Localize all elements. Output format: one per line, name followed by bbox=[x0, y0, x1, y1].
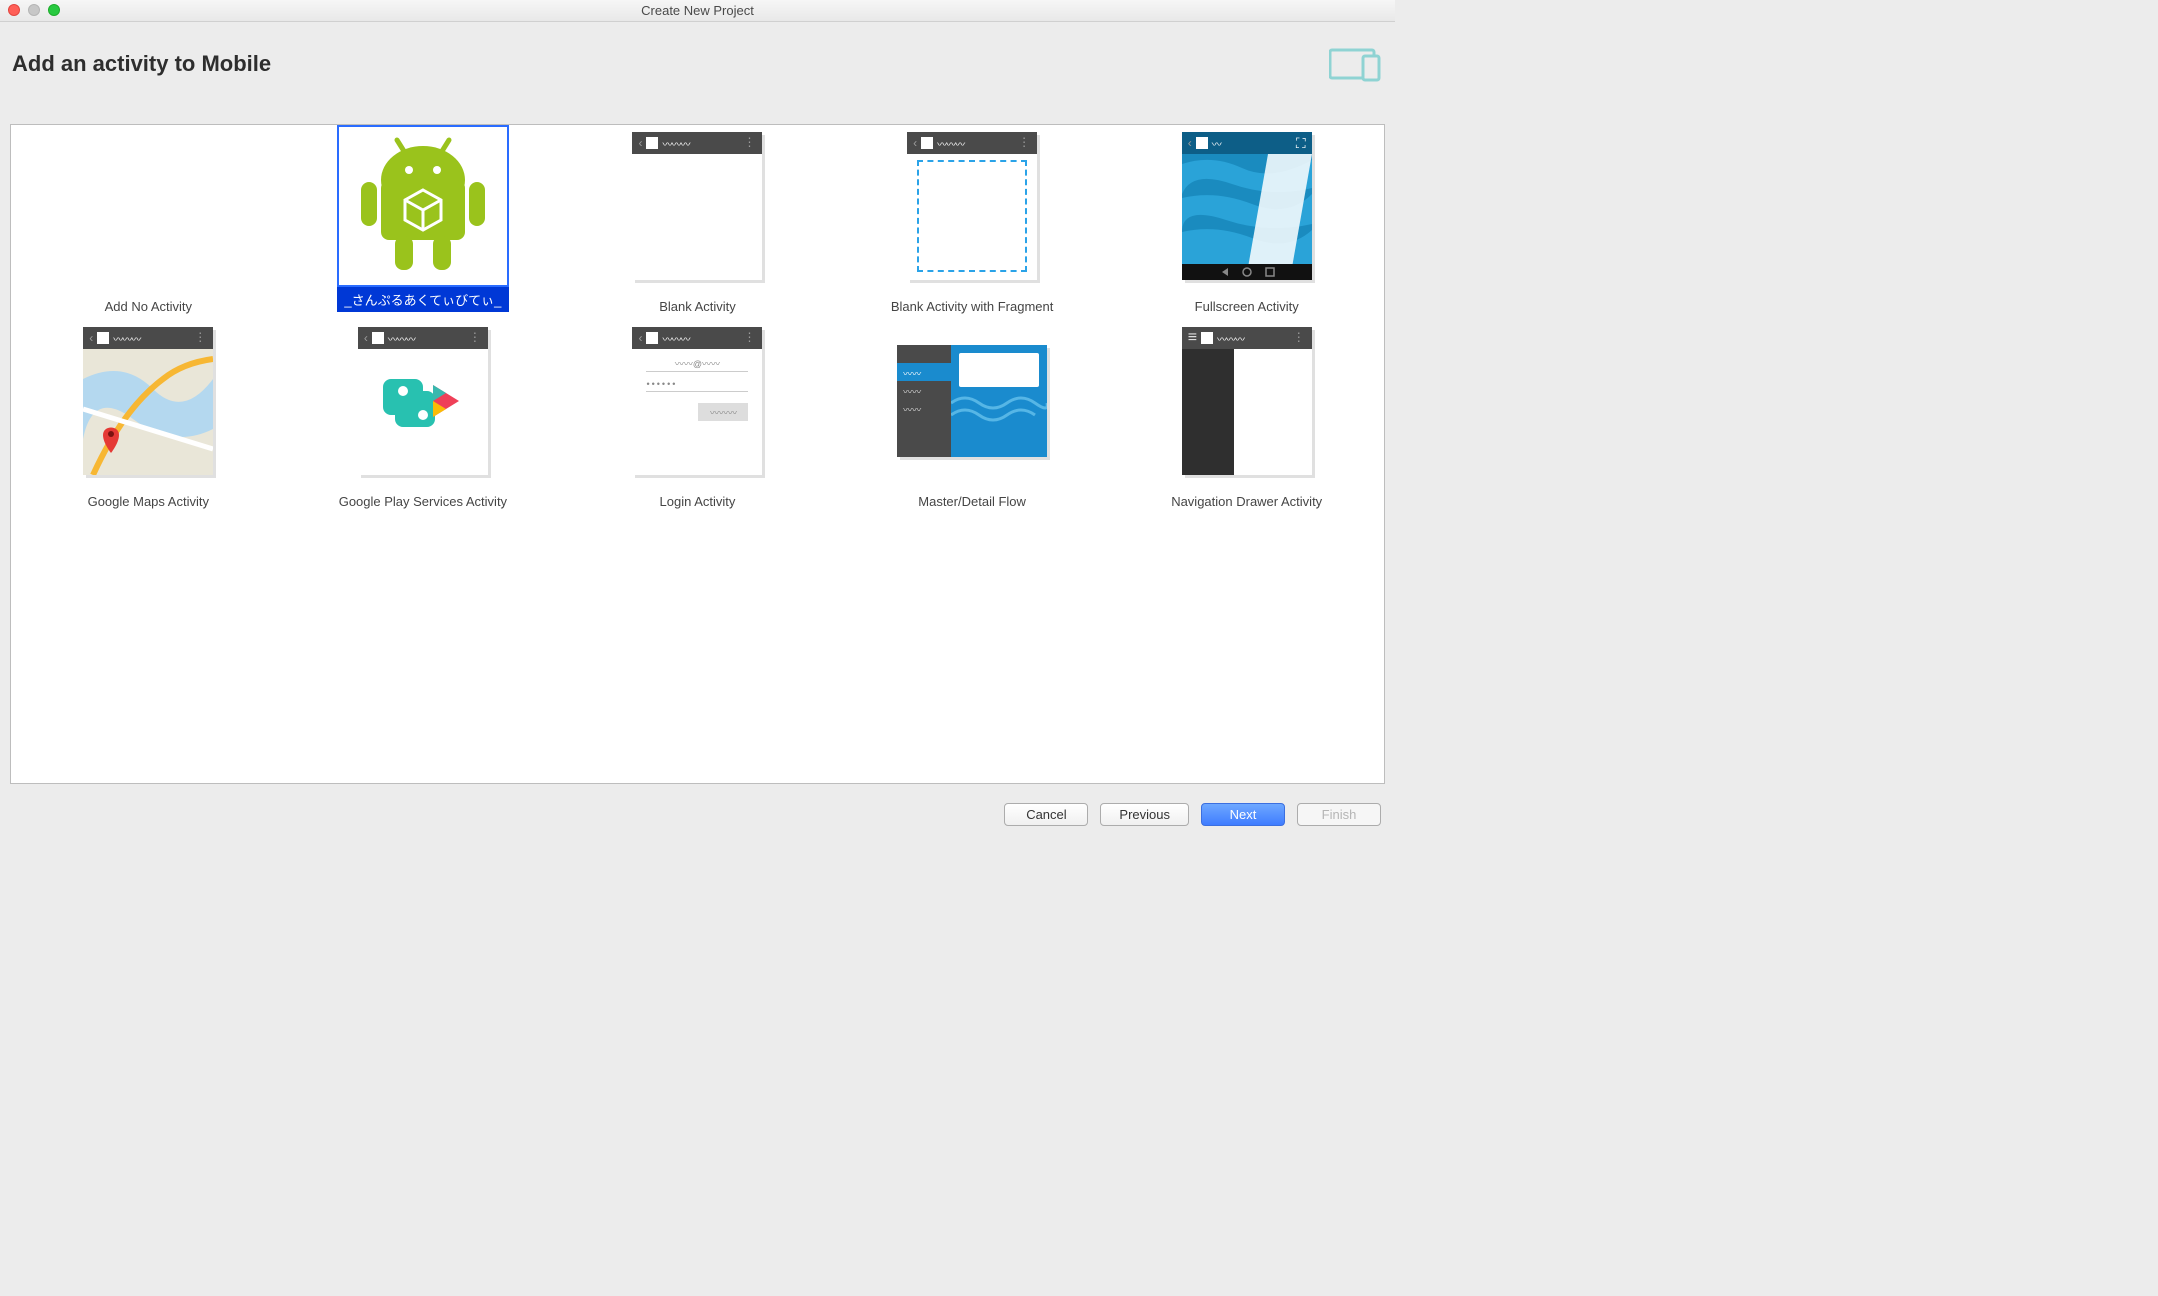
template-thumbnail: ‹〰〰〰⋮〰〰@〰〰••••••〰〰〰 bbox=[611, 320, 783, 482]
page-title: Add an activity to Mobile bbox=[12, 51, 271, 77]
minimize-window-button[interactable] bbox=[28, 4, 40, 16]
vertical-scrollbar[interactable] bbox=[1384, 125, 1385, 783]
template-thumbnail: 〰〰〰〰〰〰 bbox=[886, 320, 1058, 482]
activity-template-option[interactable]: ‹〰⛶Fullscreen Activity bbox=[1109, 125, 1384, 320]
template-label: _さんぷるあくてぃびてぃ_ bbox=[337, 287, 509, 312]
zoom-window-button[interactable] bbox=[48, 4, 60, 16]
activity-template-option[interactable]: ‹〰〰〰⋮Google Play Services Activity bbox=[286, 320, 561, 515]
page-header: Add an activity to Mobile bbox=[0, 22, 1395, 96]
template-label: Google Maps Activity bbox=[88, 482, 209, 509]
cancel-button[interactable]: Cancel bbox=[1004, 803, 1088, 826]
activity-template-option[interactable]: ‹〰〰〰⋮Blank Activity bbox=[560, 125, 835, 320]
activity-template-option[interactable]: Add No Activity bbox=[11, 125, 286, 320]
template-label: Blank Activity bbox=[659, 287, 736, 314]
template-label: Navigation Drawer Activity bbox=[1171, 482, 1322, 509]
template-label: Add No Activity bbox=[105, 287, 192, 314]
window-titlebar: Create New Project bbox=[0, 0, 1395, 22]
activity-template-option[interactable]: _さんぷるあくてぃびてぃ_ bbox=[286, 125, 561, 320]
form-factor-mobile-icon bbox=[1329, 46, 1383, 82]
template-label: Blank Activity with Fragment bbox=[891, 287, 1054, 314]
finish-button: Finish bbox=[1297, 803, 1381, 826]
template-thumbnail: ‹〰〰〰⋮ bbox=[62, 320, 234, 482]
previous-button[interactable]: Previous bbox=[1100, 803, 1189, 826]
activity-template-option[interactable]: ‹〰〰〰⋮Blank Activity with Fragment bbox=[835, 125, 1110, 320]
template-thumbnail bbox=[337, 125, 509, 287]
template-label: Master/Detail Flow bbox=[918, 482, 1026, 509]
activity-template-option[interactable]: ‹〰〰〰⋮〰〰@〰〰••••••〰〰〰Login Activity bbox=[560, 320, 835, 515]
activity-template-option[interactable]: 〰〰〰〰〰〰Master/Detail Flow bbox=[835, 320, 1110, 515]
close-window-button[interactable] bbox=[8, 4, 20, 16]
template-thumbnail bbox=[62, 125, 234, 287]
next-button[interactable]: Next bbox=[1201, 803, 1285, 826]
template-label: Login Activity bbox=[660, 482, 736, 509]
template-thumbnail: ‹〰〰〰⋮ bbox=[611, 125, 783, 287]
template-thumbnail: ‹〰⛶ bbox=[1161, 125, 1333, 287]
template-thumbnail: ‹〰〰〰⋮ bbox=[337, 320, 509, 482]
template-label: Google Play Services Activity bbox=[339, 482, 507, 509]
traffic-lights bbox=[8, 4, 60, 16]
activity-template-option[interactable]: ≡〰〰〰⋮Navigation Drawer Activity bbox=[1109, 320, 1384, 515]
template-thumbnail: ‹〰〰〰⋮ bbox=[886, 125, 1058, 287]
template-thumbnail: ≡〰〰〰⋮ bbox=[1161, 320, 1333, 482]
activity-template-list[interactable]: Add No Activity_さんぷるあくてぃびてぃ_‹〰〰〰⋮Blank A… bbox=[10, 124, 1385, 784]
wizard-footer: Cancel Previous Next Finish bbox=[0, 790, 1395, 838]
window-title: Create New Project bbox=[0, 3, 1395, 18]
template-label: Fullscreen Activity bbox=[1195, 287, 1299, 314]
activity-template-option[interactable]: ‹〰〰〰⋮Google Maps Activity bbox=[11, 320, 286, 515]
